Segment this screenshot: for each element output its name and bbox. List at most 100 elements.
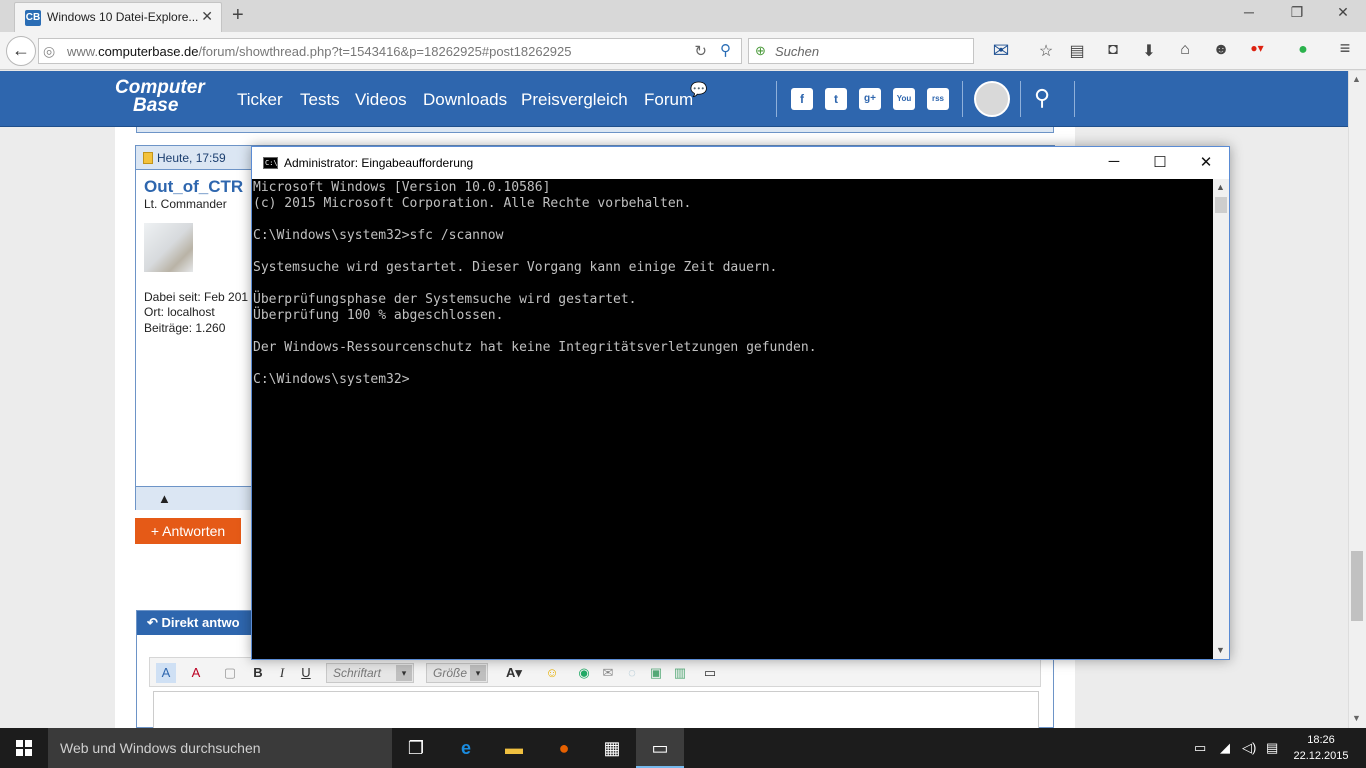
nav-forum[interactable]: Forum	[644, 90, 693, 110]
tab-close-icon[interactable]: ✕	[201, 8, 213, 25]
post-location: Ort: localhost	[144, 305, 215, 319]
nav-downloads[interactable]: Downloads	[423, 90, 507, 110]
nav-divider	[1074, 81, 1075, 117]
twitter-icon[interactable]: t	[825, 88, 847, 110]
cmd-maximize-icon[interactable]: ☐	[1137, 153, 1183, 171]
italic-icon[interactable]: I	[272, 663, 292, 683]
minimize-icon[interactable]: ─	[1226, 4, 1272, 20]
start-button[interactable]	[0, 728, 48, 768]
pocket-icon[interactable]: ◘	[1102, 41, 1124, 59]
reply-button[interactable]: + Antworten	[135, 518, 241, 544]
whatsapp-icon[interactable]: ●	[1292, 41, 1314, 59]
video-icon[interactable]: ▥	[670, 663, 690, 683]
wifi-icon[interactable]: ◢	[1220, 740, 1230, 756]
cmd-close-icon[interactable]: ✕	[1183, 153, 1229, 171]
edge-icon[interactable]: e	[442, 728, 490, 768]
text-color-icon[interactable]: A▾	[500, 663, 528, 683]
page-scrollbar[interactable]: ▲ ▼	[1348, 71, 1366, 728]
globe-icon: ◎	[43, 43, 56, 59]
calculator-icon[interactable]: ▦	[588, 728, 636, 768]
mail-icon[interactable]: ✉	[990, 38, 1012, 63]
image-icon[interactable]: ▣	[646, 663, 666, 683]
close-window-icon[interactable]: ✕	[1320, 4, 1366, 21]
reply-textarea[interactable]	[153, 691, 1039, 731]
task-view-icon[interactable]: ❐	[392, 728, 440, 768]
battery-icon[interactable]: ▭	[1194, 740, 1206, 756]
nav-ticker[interactable]: Ticker	[237, 90, 283, 110]
unlink-icon[interactable]: ◌	[622, 663, 642, 683]
taskbar-clock[interactable]: 18:26 22.12.2015	[1288, 732, 1354, 764]
search-engine-icon: ⊕	[755, 43, 766, 58]
home-icon[interactable]: ⌂	[1174, 41, 1196, 59]
youtube-icon[interactable]: You	[893, 88, 915, 110]
file-explorer-icon[interactable]: ▬	[490, 728, 538, 768]
scroll-down-icon[interactable]: ▼	[1352, 713, 1361, 723]
download-icon[interactable]: ⬇	[1138, 41, 1160, 61]
remove-format-icon[interactable]: A	[186, 663, 206, 683]
taskbar-search-box[interactable]: Web und Windows durchsuchen	[48, 728, 392, 768]
action-center-icon[interactable]: ▤	[1266, 740, 1278, 756]
cmd-console[interactable]: Microsoft Windows [Version 10.0.10586] (…	[252, 179, 1213, 659]
nav-tests[interactable]: Tests	[300, 90, 340, 110]
reload-icon[interactable]: ↻	[694, 42, 707, 60]
cmd-title: Administrator: Eingabeaufforderung	[284, 156, 474, 170]
quote-icon[interactable]: ▭	[700, 663, 720, 683]
cmd-titlebar[interactable]: C:\ Administrator: Eingabeaufforderung ─…	[252, 147, 1229, 179]
scroll-down-icon[interactable]: ▼	[1216, 645, 1225, 655]
nav-videos[interactable]: Videos	[355, 90, 407, 110]
cmd-scroll-thumb[interactable]	[1215, 197, 1227, 213]
text-format-icon[interactable]: A	[156, 663, 176, 683]
search-icon[interactable]: ⚲	[720, 41, 731, 59]
bold-icon[interactable]: B	[248, 663, 268, 683]
underline-icon[interactable]: U	[296, 663, 316, 683]
browser-toolbar: ← ◎ www.computerbase.de/forum/showthread…	[0, 32, 1366, 70]
reading-list-icon[interactable]: ▤	[1066, 41, 1088, 61]
scroll-up-icon[interactable]: ▲	[1352, 74, 1361, 84]
nav-preisvergleich[interactable]: Preisvergleich	[521, 90, 628, 110]
cmd-minimize-icon[interactable]: ─	[1091, 153, 1137, 170]
page-scroll-thumb[interactable]	[1351, 551, 1363, 621]
tab-title: Windows 10 Datei-Explore...	[47, 10, 199, 24]
report-warning-icon[interactable]: ▲	[158, 491, 171, 506]
firefox-icon[interactable]: ●	[540, 728, 588, 768]
size-select[interactable]: Größe ▾	[426, 663, 488, 683]
cmd-icon: C:\	[263, 157, 278, 169]
back-arrow-icon[interactable]: ←	[6, 36, 36, 66]
url-bar[interactable]: ◎ www.computerbase.de/forum/showthread.p…	[38, 38, 742, 64]
new-tab-icon[interactable]: +	[232, 4, 244, 27]
facebook-icon[interactable]: f	[791, 88, 813, 110]
bookmark-star-icon[interactable]: ☆	[1035, 41, 1057, 61]
cmd-scrollbar[interactable]: ▲ ▼	[1213, 179, 1229, 659]
previous-post-footer	[136, 127, 1054, 133]
computerbase-logo[interactable]: Computer Base	[115, 78, 205, 115]
emoji-icon[interactable]: ☻	[1210, 41, 1232, 59]
paste-icon[interactable]: ▢	[220, 663, 240, 683]
browser-tab[interactable]: CB Windows 10 Datei-Explore... ✕	[14, 2, 222, 32]
rss-icon[interactable]: rss	[927, 88, 949, 110]
console-line: C:\Windows\system32>sfc /scannow	[253, 228, 504, 243]
console-line: Der Windows-Ressourcenschutz hat keine I…	[253, 340, 817, 355]
reply-arrow-icon: ↶	[147, 615, 162, 630]
search-placeholder: Suchen	[775, 44, 820, 59]
link-icon[interactable]: ◉	[574, 663, 594, 683]
site-navigation: Computer Base Ticker Tests Videos Downlo…	[0, 71, 1348, 127]
restore-icon[interactable]: ❐	[1274, 4, 1320, 21]
post-rank: Lt. Commander	[144, 197, 227, 211]
search-input[interactable]: ⊕ Suchen	[748, 38, 974, 64]
post-author[interactable]: Out_of_CTR	[144, 177, 243, 197]
scroll-up-icon[interactable]: ▲	[1216, 182, 1225, 192]
googleplus-icon[interactable]: g+	[859, 88, 881, 110]
editor-toolbar: A A ▢ B I U Schriftart ▾ Größe ▾ A▾ ☺ ◉ ✉ …	[149, 657, 1041, 687]
menu-hamburger-icon[interactable]: ≡	[1334, 38, 1356, 59]
font-select[interactable]: Schriftart ▾	[326, 663, 414, 683]
post-avatar[interactable]	[144, 223, 193, 272]
cmd-taskbar-icon[interactable]: ▭	[636, 728, 684, 768]
windows-taskbar: Web und Windows durchsuchen ❐ e ▬ ● ▦ ▭ …	[0, 728, 1366, 768]
smiley-icon[interactable]: ☺	[542, 663, 562, 683]
adblock-icon[interactable]: ●▾	[1246, 41, 1268, 55]
post-count: Beiträge: 1.260	[144, 321, 226, 335]
site-search-icon[interactable]: ⚲	[1034, 85, 1050, 111]
volume-icon[interactable]: ◁)	[1242, 740, 1256, 756]
email-icon[interactable]: ✉	[598, 663, 618, 683]
user-avatar-icon[interactable]	[974, 81, 1010, 117]
